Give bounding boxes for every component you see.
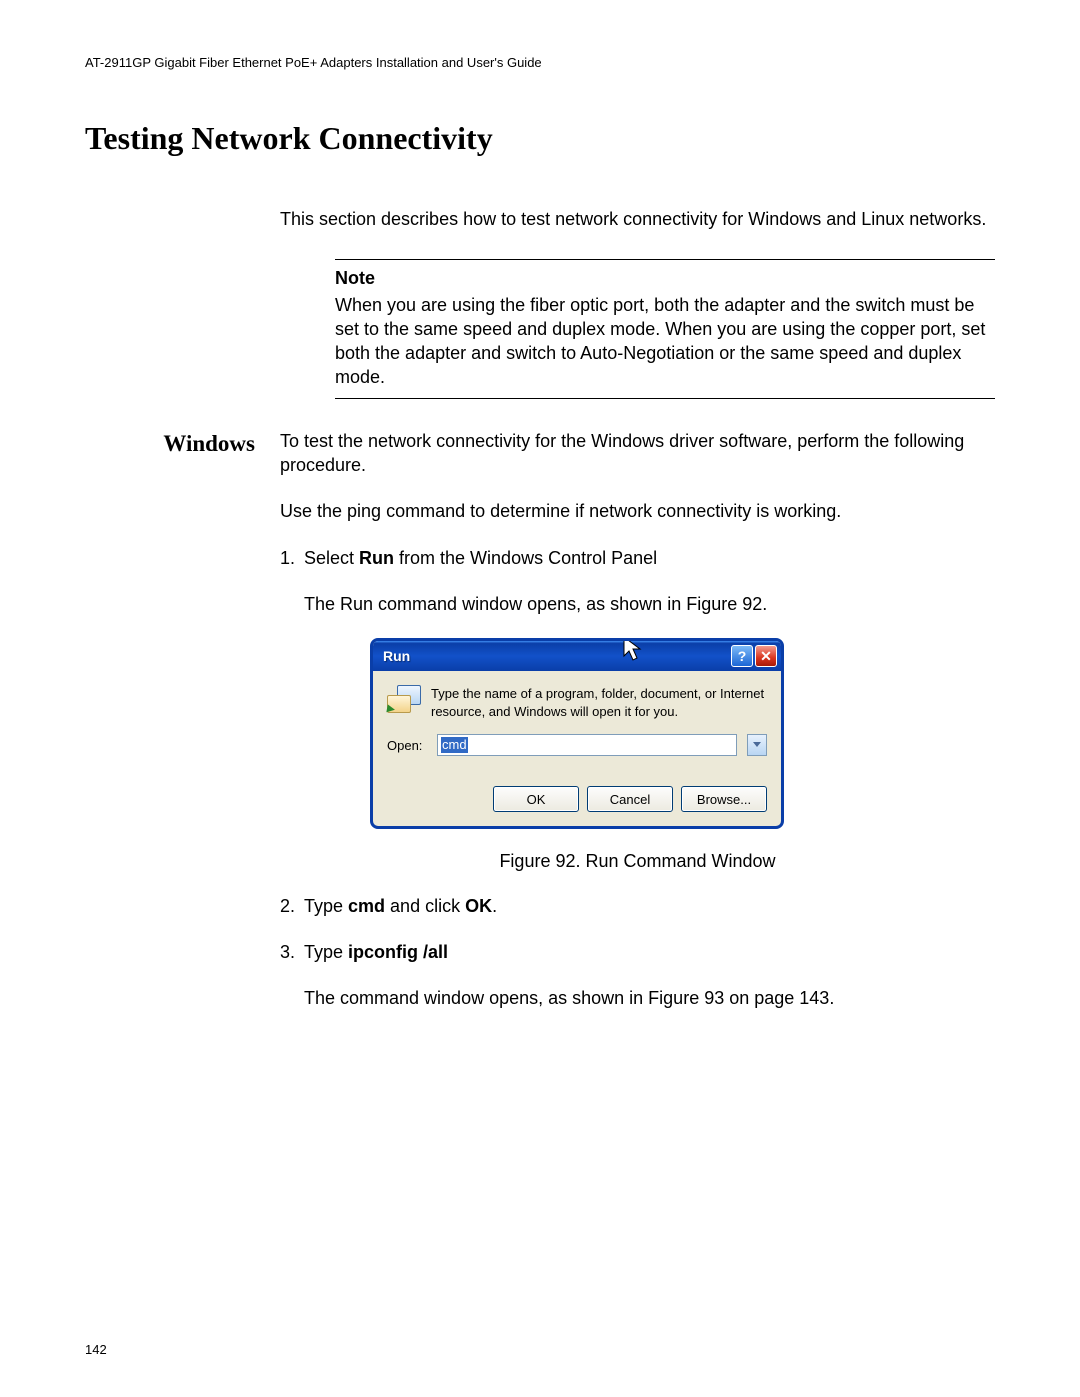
section-title: Testing Network Connectivity <box>85 120 995 157</box>
bold-ok: OK <box>465 896 492 916</box>
text: Select <box>304 548 359 568</box>
page-number: 142 <box>85 1342 107 1357</box>
step-2-text: Type cmd and click OK. <box>304 894 995 918</box>
run-description: Type the name of a program, folder, docu… <box>431 685 767 720</box>
run-icon <box>387 685 421 719</box>
step-3-after: The command window opens, as shown in Fi… <box>304 986 995 1010</box>
text: Type <box>304 942 348 962</box>
step-1-text: Select Run from the Windows Control Pane… <box>304 546 995 570</box>
ok-button[interactable]: OK <box>493 786 579 812</box>
open-label: Open: <box>387 737 427 755</box>
run-dialog: Run ? ✕ <box>370 638 784 829</box>
run-title: Run <box>383 647 731 666</box>
step-number: 1. <box>280 546 304 570</box>
step-number: 3. <box>280 940 304 964</box>
step-number: 2. <box>280 894 304 918</box>
step-1: 1. Select Run from the Windows Control P… <box>280 546 995 570</box>
windows-paragraph-1: To test the network connectivity for the… <box>280 429 995 478</box>
note-label: Note <box>335 266 995 290</box>
bold-cmd: cmd <box>348 896 385 916</box>
close-button[interactable]: ✕ <box>755 645 777 667</box>
run-titlebar[interactable]: Run ? ✕ <box>373 641 781 671</box>
step-3: 3. Type ipconfig /all <box>280 940 995 964</box>
bold-ipconfig: ipconfig /all <box>348 942 448 962</box>
open-input[interactable]: cmd <box>437 734 737 756</box>
windows-paragraph-2: Use the ping command to determine if net… <box>280 499 995 523</box>
figure-caption: Figure 92. Run Command Window <box>280 849 995 873</box>
step-1-after: The Run command window opens, as shown i… <box>304 592 995 616</box>
note-text: When you are using the fiber optic port,… <box>335 293 995 390</box>
open-input-value: cmd <box>441 737 468 753</box>
step-3-text: Type ipconfig /all <box>304 940 995 964</box>
figure-92: Run ? ✕ <box>370 638 995 829</box>
text: from the Windows Control Panel <box>394 548 657 568</box>
step-2: 2. Type cmd and click OK. <box>280 894 995 918</box>
document-page: AT-2911GP Gigabit Fiber Ethernet PoE+ Ad… <box>0 0 1080 1397</box>
running-header: AT-2911GP Gigabit Fiber Ethernet PoE+ Ad… <box>85 55 995 70</box>
text: Type <box>304 896 348 916</box>
open-dropdown-button[interactable] <box>747 734 767 756</box>
side-heading-windows: Windows <box>85 431 280 457</box>
text: and click <box>385 896 465 916</box>
help-button[interactable]: ? <box>731 645 753 667</box>
browse-button[interactable]: Browse... <box>681 786 767 812</box>
cancel-button[interactable]: Cancel <box>587 786 673 812</box>
note-box: Note When you are using the fiber optic … <box>335 259 995 398</box>
bold-run: Run <box>359 548 394 568</box>
text: . <box>492 896 497 916</box>
intro-paragraph: This section describes how to test netwo… <box>280 207 995 231</box>
